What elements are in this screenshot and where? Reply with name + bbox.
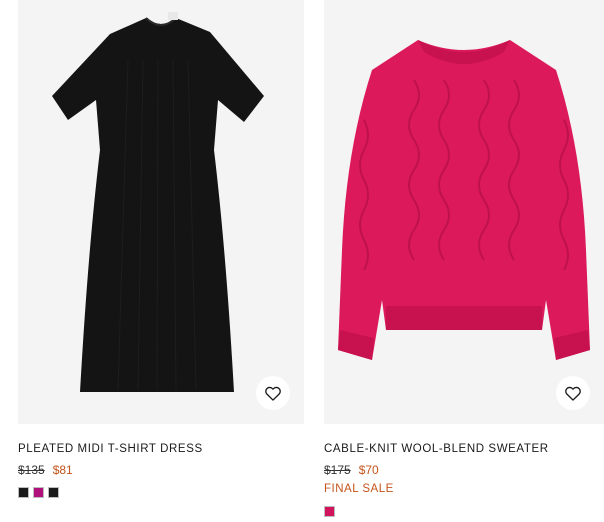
product-name[interactable]: CABLE-KNIT WOOL-BLEND SWEATER	[324, 442, 604, 456]
color-swatch-magenta[interactable]	[33, 487, 44, 498]
product-name[interactable]: PLEATED MIDI T-SHIRT DRESS	[18, 442, 304, 456]
wishlist-button[interactable]	[556, 376, 590, 410]
sweater-image	[338, 40, 590, 360]
sale-price: $70	[358, 463, 379, 477]
color-swatches	[324, 506, 604, 517]
price-row: $135 $81	[18, 463, 304, 477]
product-image-sweater[interactable]	[324, 0, 604, 424]
sale-price: $81	[52, 463, 73, 477]
final-sale-badge: FINAL SALE	[324, 483, 394, 495]
original-price: $135	[18, 463, 45, 477]
product-card-sweater[interactable]: CABLE-KNIT WOOL-BLEND SWEATER $175 $70 FI…	[324, 0, 604, 517]
dress-image	[52, 12, 264, 392]
heart-outline-icon	[265, 386, 281, 401]
product-image-dress[interactable]	[18, 0, 304, 424]
price-row: $175 $70	[324, 463, 604, 477]
wishlist-button[interactable]	[256, 376, 290, 410]
heart-outline-icon	[565, 386, 581, 401]
color-swatch-black[interactable]	[18, 487, 29, 498]
color-swatch-pink[interactable]	[324, 506, 335, 517]
color-swatches	[18, 487, 304, 498]
product-card-dress[interactable]: PLEATED MIDI T-SHIRT DRESS $135 $81	[18, 0, 304, 498]
original-price: $175	[324, 463, 351, 477]
color-swatch-black[interactable]	[48, 487, 59, 498]
